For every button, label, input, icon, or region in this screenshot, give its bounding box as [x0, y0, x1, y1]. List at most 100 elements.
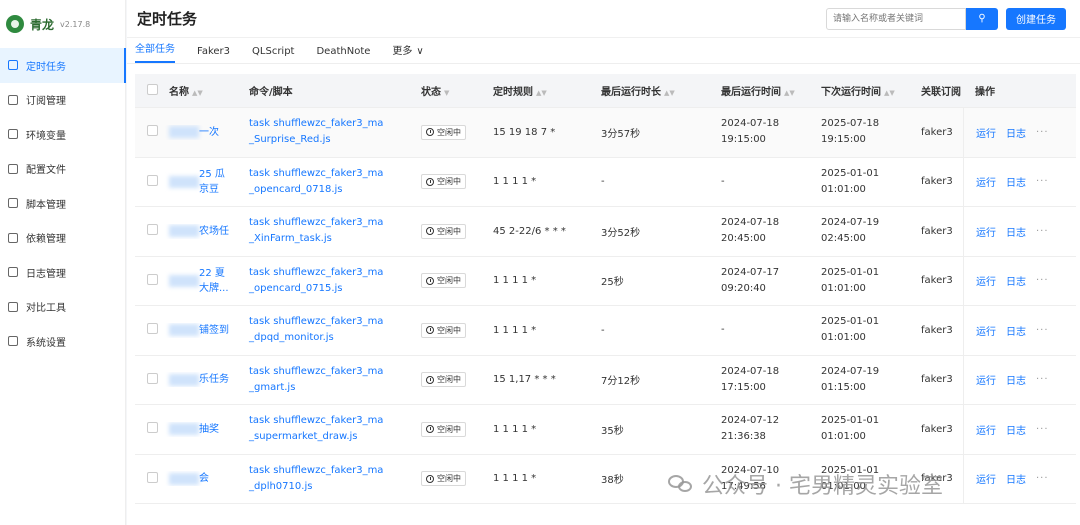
task-command[interactable]: task shufflewzc_faker3_ma _Surprise_Red.j… — [243, 116, 415, 148]
column-header-label: 名称 — [169, 87, 189, 98]
sidebar-item-label: 配置文件 — [26, 165, 66, 177]
actions-cell: 运行 日志 ··· — [963, 306, 1067, 355]
run-button[interactable]: 运行 — [976, 273, 996, 288]
checkbox[interactable] — [147, 273, 158, 285]
task-name[interactable]: 25 瓜 京豆 — [199, 167, 225, 197]
task-command[interactable]: task shufflewzc_faker3_ma _XinFarm_task.j… — [243, 215, 415, 247]
task-name[interactable]: 农场任 — [199, 224, 229, 239]
task-name[interactable]: 一次 — [199, 125, 219, 140]
page-title: 定时任务 — [137, 10, 198, 28]
table-row: 一次 task shufflewzc_faker3_ma _Surprise_Red… — [135, 108, 1076, 158]
log-button[interactable]: 日志 — [1006, 422, 1026, 437]
redacted-mask — [169, 225, 199, 238]
row-checkbox-cell[interactable] — [135, 125, 163, 139]
checkbox[interactable] — [147, 323, 158, 335]
sort-icon[interactable]: ▲▼ — [784, 89, 795, 97]
subscription: faker3 — [921, 324, 953, 336]
tab-1[interactable]: Faker3 — [197, 46, 230, 63]
tab-0[interactable]: 全部任务 — [135, 40, 175, 63]
search-input[interactable] — [826, 7, 966, 30]
sidebar-item-7[interactable]: 对比工具 — [0, 290, 125, 325]
sidebar-item-4[interactable]: 脚本管理 — [0, 186, 125, 221]
more-icon[interactable]: ··· — [1036, 325, 1049, 336]
sidebar-item-label: 系统设置 — [26, 337, 66, 349]
cron-rule: 15 19 18 7 * — [493, 126, 556, 138]
last-run-date: 2024-07-18 — [721, 365, 780, 377]
command-line-2: _Surprise_Red.js — [249, 134, 331, 146]
create-task-button[interactable]: 创建任务 — [1006, 7, 1066, 30]
run-button[interactable]: 运行 — [976, 372, 996, 387]
tab-2[interactable]: QLScript — [252, 46, 294, 63]
task-command[interactable]: task shufflewzc_faker3_ma _gmart.js — [243, 364, 415, 396]
brand-version: v2.17.8 — [60, 19, 91, 29]
log-button[interactable]: 日志 — [1006, 273, 1026, 288]
column-header-label: 操作 — [975, 87, 995, 98]
row-checkbox-cell[interactable] — [135, 372, 163, 387]
task-command[interactable]: task shufflewzc_faker3_ma _supermarket_dr… — [243, 413, 415, 445]
more-icon[interactable]: ··· — [1036, 127, 1049, 138]
sort-icon[interactable]: ▲▼ — [884, 89, 895, 97]
sidebar-item-1[interactable]: 订阅管理 — [0, 83, 125, 118]
checkbox[interactable] — [147, 224, 158, 236]
sort-icon[interactable]: ▲▼ — [192, 89, 203, 97]
sidebar-item-0[interactable]: 定时任务 — [0, 48, 126, 83]
log-button[interactable]: 日志 — [1006, 224, 1026, 239]
sidebar-item-3[interactable]: 配置文件 — [0, 152, 125, 187]
log-button[interactable]: 日志 — [1006, 174, 1026, 189]
log-button[interactable]: 日志 — [1006, 372, 1026, 387]
row-checkbox-cell[interactable] — [135, 323, 163, 337]
task-name[interactable]: 铺签到 — [199, 323, 229, 338]
row-checkbox-cell[interactable] — [135, 422, 163, 436]
checkbox[interactable] — [147, 372, 158, 384]
run-button[interactable]: 运行 — [976, 323, 996, 338]
task-name-cell: 乐任务 — [163, 372, 243, 387]
more-icon[interactable]: ··· — [1036, 226, 1049, 237]
sort-icon[interactable]: ▲▼ — [664, 89, 675, 97]
task-command[interactable]: task shufflewzc_faker3_ma _dpqd_monitor.j… — [243, 314, 415, 346]
row-checkbox-cell[interactable] — [135, 471, 163, 486]
task-command[interactable]: task shufflewzc_faker3_ma _dplh0710.js — [243, 463, 415, 495]
more-icon[interactable]: ··· — [1036, 275, 1049, 286]
more-icon[interactable]: ··· — [1036, 176, 1049, 187]
task-command[interactable]: task shufflewzc_faker3_ma _opencard_0715.… — [243, 265, 415, 297]
more-icon[interactable]: ··· — [1036, 374, 1049, 385]
task-name[interactable]: 会 — [199, 471, 209, 486]
sidebar-item-2[interactable]: 环境变量 — [0, 117, 125, 152]
sidebar-item-8[interactable]: 系统设置 — [0, 324, 125, 359]
sort-icon[interactable]: ▲▼ — [536, 89, 547, 97]
tab-4[interactable]: 更多 — [392, 42, 412, 63]
sidebar-item-6[interactable]: 日志管理 — [0, 255, 125, 290]
run-button[interactable]: 运行 — [976, 174, 996, 189]
more-icon[interactable]: ··· — [1036, 424, 1049, 435]
command-line-2: _XinFarm_task.js — [249, 233, 332, 245]
run-button[interactable]: 运行 — [976, 125, 996, 140]
row-checkbox-cell[interactable] — [135, 273, 163, 288]
status-cell: 空闲中 — [415, 471, 487, 487]
task-name[interactable]: 抽奖 — [199, 422, 219, 437]
row-checkbox-cell[interactable] — [135, 224, 163, 238]
task-name[interactable]: 乐任务 — [199, 372, 229, 387]
run-button[interactable]: 运行 — [976, 224, 996, 239]
checkbox[interactable] — [147, 174, 158, 186]
last-run-clock: 17:15:00 — [721, 381, 766, 393]
tab-3[interactable]: DeathNote — [316, 46, 370, 63]
filter-icon[interactable]: ▼ — [444, 89, 449, 97]
checkbox[interactable] — [147, 422, 158, 434]
checkbox[interactable] — [147, 125, 158, 137]
sidebar-item-5[interactable]: 依赖管理 — [0, 221, 125, 256]
row-checkbox-cell[interactable] — [135, 174, 163, 189]
select-all-checkbox[interactable] — [135, 83, 163, 98]
actions-cell: 运行 日志 ··· — [963, 256, 1067, 305]
column-header: 最后运行时长 ▲▼ — [595, 83, 715, 98]
log-button[interactable]: 日志 — [1006, 471, 1026, 486]
task-command[interactable]: task shufflewzc_faker3_ma _opencard_0718.… — [243, 166, 415, 198]
more-icon[interactable]: ··· — [1036, 473, 1049, 484]
checkbox[interactable] — [147, 471, 158, 483]
run-button[interactable]: 运行 — [976, 471, 996, 486]
search-button[interactable]: ⚲ — [966, 7, 998, 30]
checkbox[interactable] — [147, 83, 158, 95]
run-button[interactable]: 运行 — [976, 422, 996, 437]
task-name[interactable]: 22 夏 大牌... — [199, 266, 229, 296]
log-button[interactable]: 日志 — [1006, 125, 1026, 140]
log-button[interactable]: 日志 — [1006, 323, 1026, 338]
